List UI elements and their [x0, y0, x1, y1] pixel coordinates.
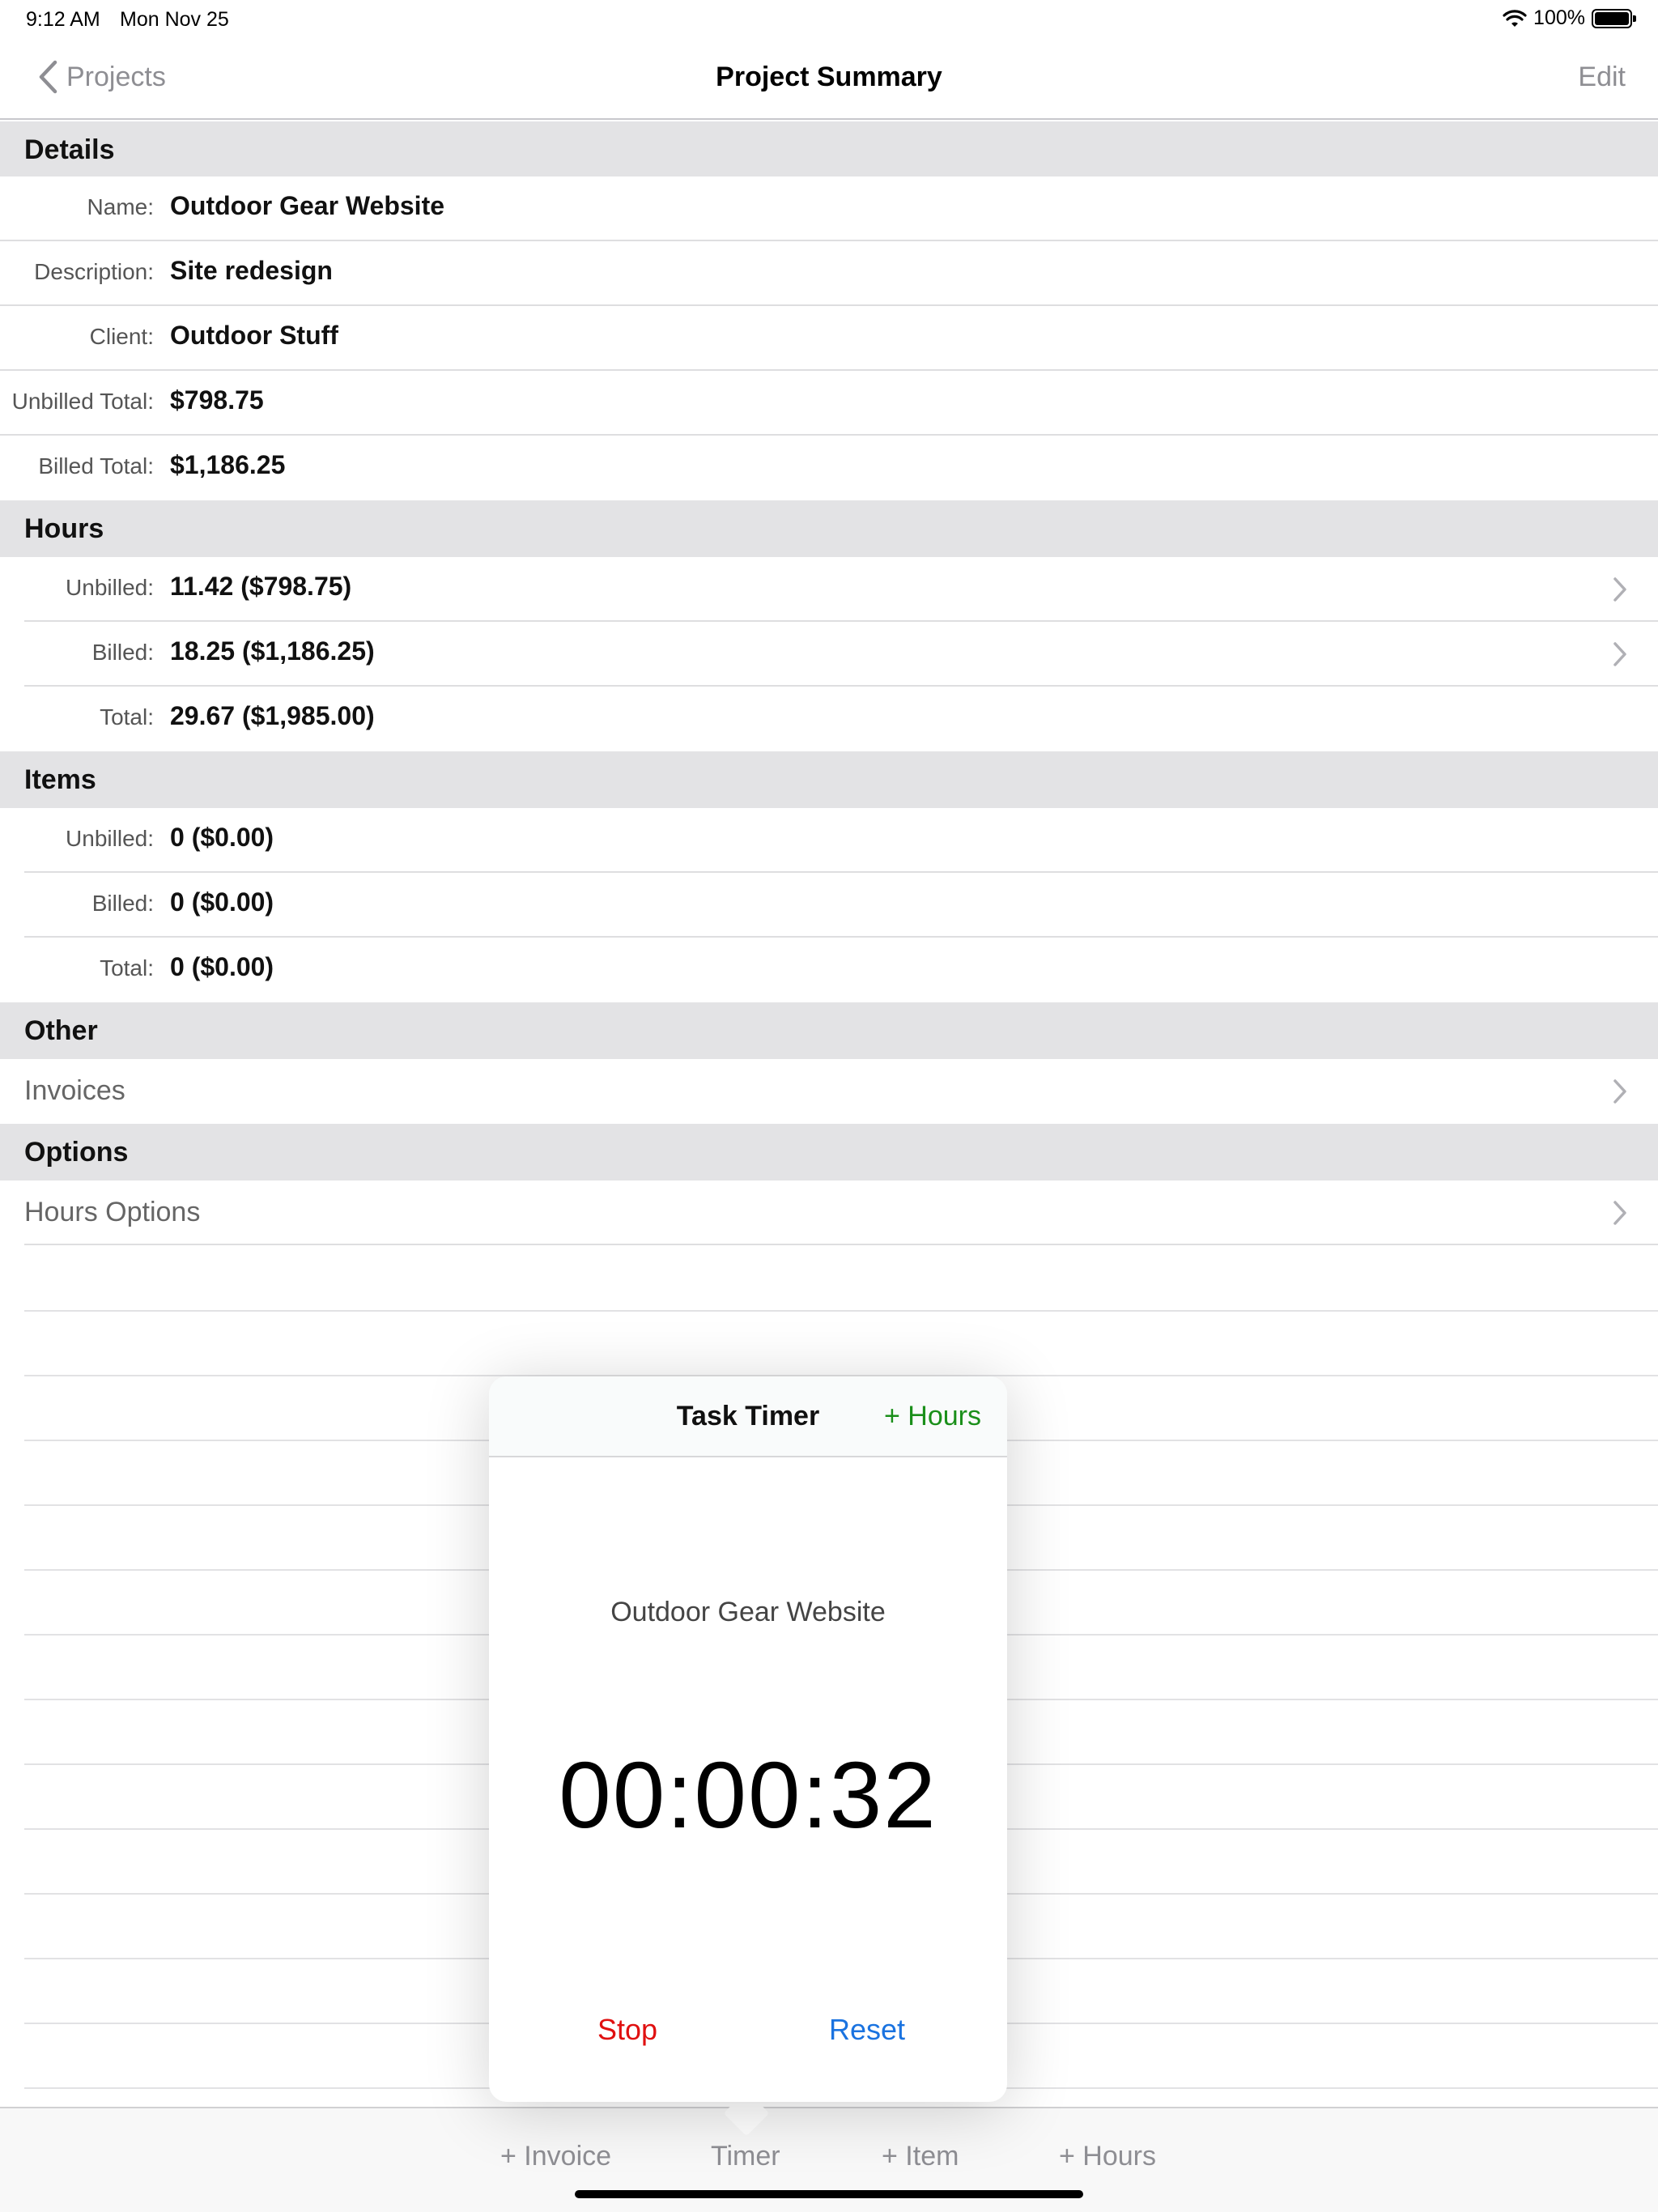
client-label: Client:	[89, 324, 154, 349]
items-unbilled-value: 0 ($0.00)	[170, 823, 274, 852]
add-item-button[interactable]: + Item	[882, 2141, 959, 2172]
table-separator	[24, 1310, 1658, 1312]
hours-options-row[interactable]: Hours Options	[0, 1180, 1658, 1245]
nav-bar: Projects Project Summary Edit	[0, 39, 1658, 120]
reset-button[interactable]: Reset	[829, 2013, 905, 2047]
add-invoice-button[interactable]: + Invoice	[500, 2141, 611, 2172]
hours-billed-label: Billed:	[91, 640, 154, 665]
items-unbilled-label: Unbilled:	[66, 826, 154, 851]
unbilled-total-value: $798.75	[170, 385, 264, 415]
billed-total-value: $1,186.25	[170, 450, 286, 479]
status-right: 100%	[1503, 6, 1636, 30]
status-bar: 9:12 AM Mon Nov 25 100%	[0, 0, 1658, 39]
detail-row-client[interactable]: Client: Outdoor Stuff	[0, 306, 1658, 371]
section-header-other: Other	[0, 1002, 1658, 1059]
description-label: Description:	[34, 259, 154, 284]
hours-row-unbilled[interactable]: Unbilled: 11.42 ($798.75)	[0, 557, 1658, 622]
edit-button[interactable]: Edit	[1578, 62, 1626, 93]
items-row-billed: Billed: 0 ($0.00)	[0, 873, 1658, 938]
battery-percent: 100%	[1533, 6, 1585, 29]
status-date: Mon Nov 25	[120, 8, 229, 31]
stop-button[interactable]: Stop	[597, 2013, 657, 2047]
unbilled-total-label: Unbilled Total:	[11, 389, 154, 414]
section-header-details: Details	[0, 121, 1658, 178]
chevron-right-icon	[1613, 1079, 1626, 1104]
client-value: Outdoor Stuff	[170, 321, 338, 350]
status-time: 9:12 AM	[26, 8, 100, 31]
chevron-right-icon	[1613, 642, 1626, 666]
detail-row-unbilled-total[interactable]: Unbilled Total: $798.75	[0, 371, 1658, 436]
section-header-options: Options	[0, 1124, 1658, 1180]
hours-options-label: Hours Options	[24, 1197, 201, 1227]
home-indicator	[575, 2190, 1083, 2198]
hours-row-billed[interactable]: Billed: 18.25 ($1,186.25)	[0, 622, 1658, 687]
wifi-icon	[1503, 9, 1527, 27]
timer-elapsed: 00:00:32	[559, 1742, 937, 1848]
popover-add-hours-button[interactable]: + Hours	[884, 1401, 981, 1432]
hours-total-label: Total:	[100, 704, 154, 730]
name-label: Name:	[87, 194, 154, 219]
invoices-row[interactable]: Invoices	[0, 1059, 1658, 1124]
items-billed-label: Billed:	[91, 891, 154, 916]
popover-header: Task Timer + Hours	[489, 1376, 1007, 1457]
timer-button[interactable]: Timer	[711, 2141, 780, 2172]
hours-row-total: Total: 29.67 ($1,985.00)	[0, 687, 1658, 751]
billed-total-label: Billed Total:	[38, 453, 154, 479]
battery-icon	[1592, 8, 1636, 28]
section-header-items: Items	[0, 751, 1658, 808]
chevron-right-icon	[1613, 577, 1626, 602]
description-value: Site redesign	[170, 256, 333, 285]
name-value: Outdoor Gear Website	[170, 191, 445, 220]
section-header-hours: Hours	[0, 500, 1658, 557]
detail-row-description[interactable]: Description: Site redesign	[0, 241, 1658, 306]
add-hours-button[interactable]: + Hours	[1059, 2141, 1156, 2172]
items-total-value: 0 ($0.00)	[170, 952, 274, 981]
hours-unbilled-label: Unbilled:	[66, 575, 154, 600]
hours-unbilled-value: 11.42 ($798.75)	[170, 572, 352, 601]
timer-project-name: Outdoor Gear Website	[610, 1597, 886, 1627]
chevron-right-icon	[1613, 1201, 1626, 1225]
detail-row-name[interactable]: Name: Outdoor Gear Website	[0, 177, 1658, 241]
invoices-label: Invoices	[24, 1075, 125, 1106]
items-row-total: Total: 0 ($0.00)	[0, 938, 1658, 1002]
hours-total-value: 29.67 ($1,985.00)	[170, 701, 375, 730]
items-billed-value: 0 ($0.00)	[170, 887, 274, 917]
detail-row-billed-total[interactable]: Billed Total: $1,186.25	[0, 436, 1658, 500]
items-total-label: Total:	[100, 955, 154, 981]
hours-billed-value: 18.25 ($1,186.25)	[170, 636, 375, 666]
page-title: Project Summary	[716, 62, 942, 92]
items-row-unbilled: Unbilled: 0 ($0.00)	[0, 808, 1658, 873]
task-timer-popover: Task Timer + Hours Outdoor Gear Website …	[489, 1376, 1007, 2102]
